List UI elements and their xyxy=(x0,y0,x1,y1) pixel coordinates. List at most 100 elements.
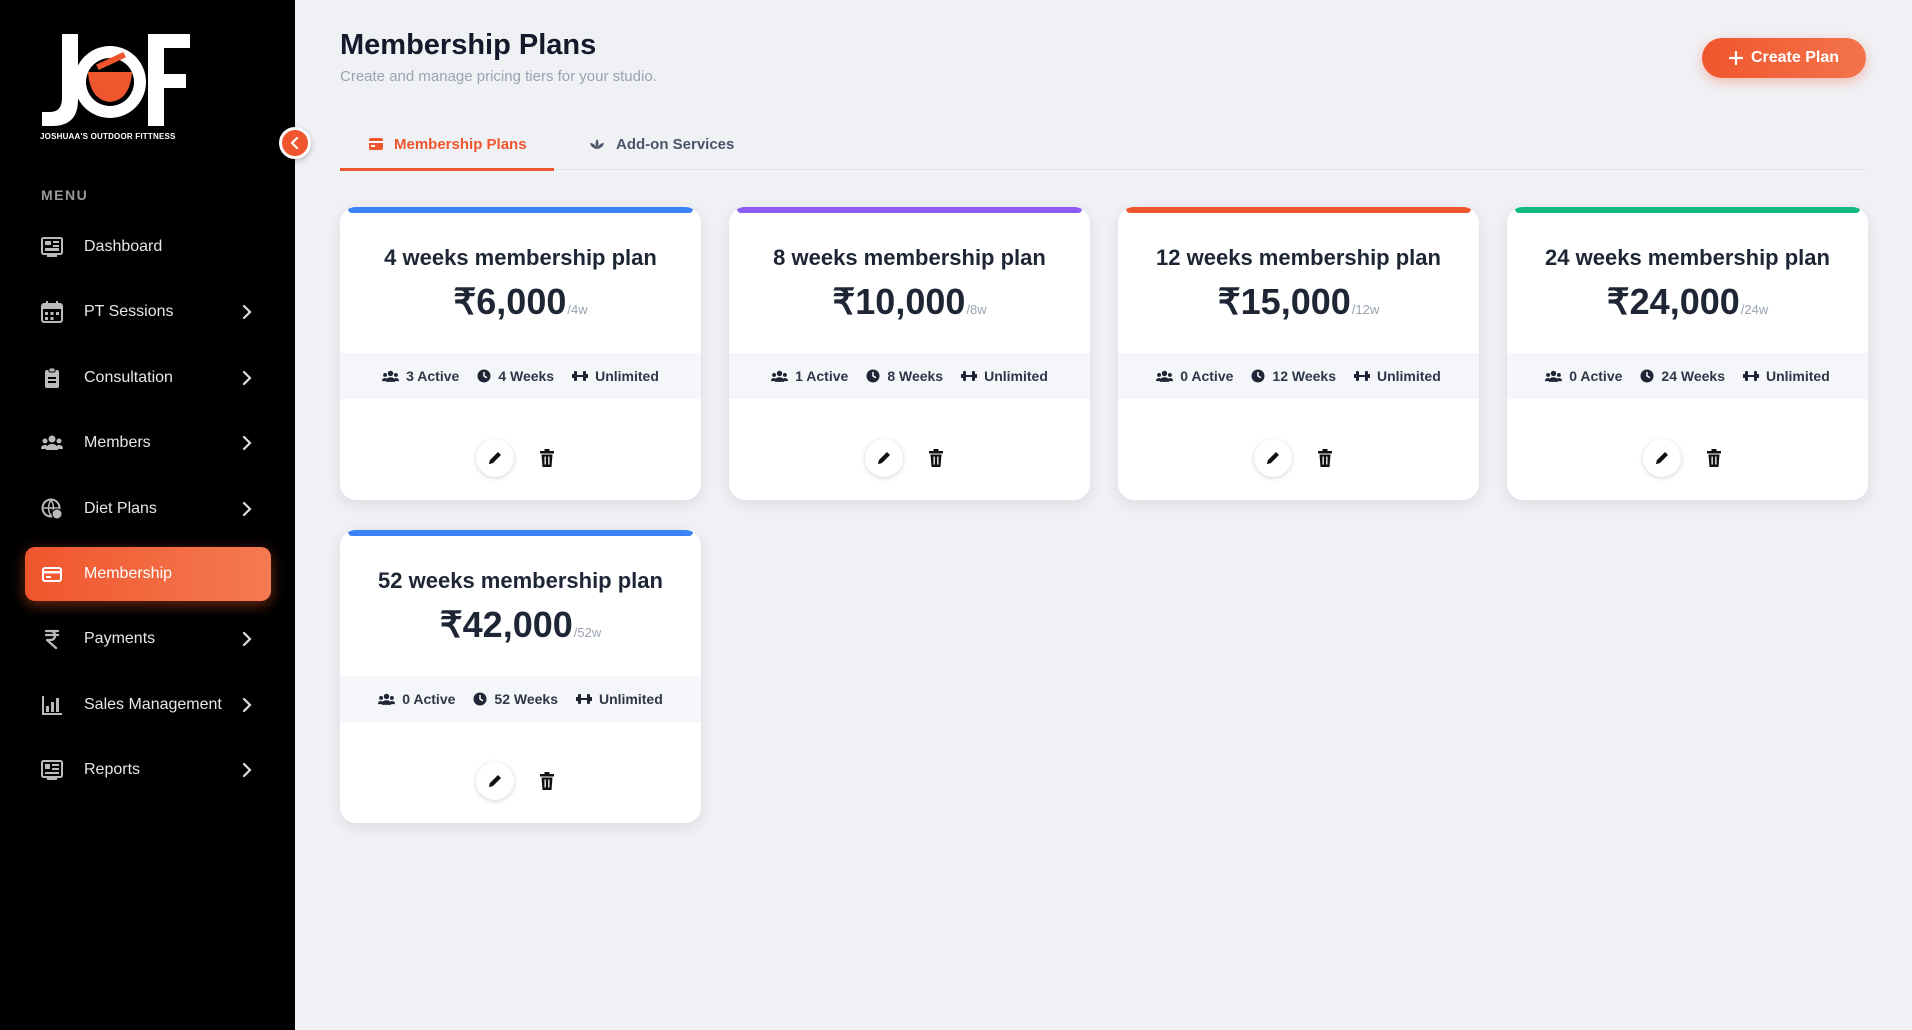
delete-plan-button[interactable] xyxy=(528,762,566,800)
rupee-icon xyxy=(41,628,63,650)
main-content: Membership Plans Create and manage prici… xyxy=(295,0,1912,1030)
duration-stat: 12 Weeks xyxy=(1251,368,1336,384)
access-value: Unlimited xyxy=(595,368,659,384)
delete-plan-button[interactable] xyxy=(1306,439,1344,477)
sidebar-item-consultation[interactable]: Consultation xyxy=(25,351,271,405)
duration-stat: 4 Weeks xyxy=(477,368,554,384)
plan-card: 24 weeks membership plan ₹24,000/24w 0 A… xyxy=(1507,207,1868,500)
plan-title: 52 weeks membership plan xyxy=(378,568,663,593)
chevron-right-icon xyxy=(242,501,252,517)
spa-icon xyxy=(590,139,604,149)
plan-card: 8 weeks membership plan ₹10,000/8w 1 Act… xyxy=(729,207,1090,500)
access-stat: Unlimited xyxy=(1742,368,1830,384)
plan-stats: 0 Active 12 Weeks Unlimited xyxy=(1118,353,1479,399)
plan-color-bar xyxy=(1126,207,1471,213)
active-members-stat: 0 Active xyxy=(378,691,455,707)
plan-period: /8w xyxy=(966,302,987,317)
brand-logo[interactable]: JOSHUAA'S OUTDOOR FITTNESS xyxy=(40,30,190,145)
plan-title: 24 weeks membership plan xyxy=(1545,245,1830,270)
users-icon xyxy=(1545,370,1563,382)
duration-value: 52 Weeks xyxy=(494,691,558,707)
sidebar-item-label: Diet Plans xyxy=(84,500,157,517)
edit-plan-button[interactable] xyxy=(1642,439,1681,477)
plan-price-row: ₹10,000/8w xyxy=(729,281,1090,323)
plan-actions xyxy=(1507,439,1868,477)
pencil-icon xyxy=(877,452,890,464)
plan-price: ₹24,000 xyxy=(1606,281,1740,322)
delete-plan-button[interactable] xyxy=(528,439,566,477)
dashboard-icon xyxy=(41,236,63,258)
plan-price: ₹10,000 xyxy=(832,281,966,322)
plan-period: /24w xyxy=(1740,302,1769,317)
dumbbell-icon xyxy=(575,694,592,704)
plan-price-row: ₹24,000/24w xyxy=(1507,281,1868,323)
edit-plan-button[interactable] xyxy=(475,762,514,800)
credit-card-icon xyxy=(41,563,63,585)
report-icon xyxy=(41,759,63,781)
trash-icon xyxy=(1706,449,1721,467)
logo-mark-icon xyxy=(42,34,190,126)
delete-plan-button[interactable] xyxy=(917,439,955,477)
collapse-sidebar-button[interactable] xyxy=(279,127,311,159)
clipboard-icon xyxy=(41,367,63,389)
sidebar-item-reports[interactable]: Reports xyxy=(25,743,271,797)
sidebar: JOSHUAA'S OUTDOOR FITTNESS MENU Dashboar… xyxy=(0,0,295,1030)
plan-card: 12 weeks membership plan ₹15,000/12w 0 A… xyxy=(1118,207,1479,500)
access-stat: Unlimited xyxy=(961,368,1048,384)
access-value: Unlimited xyxy=(984,368,1048,384)
tab-bar: Membership Plans Add-on Services xyxy=(340,118,1866,171)
plan-price-row: ₹6,000/4w xyxy=(340,281,701,323)
menu-heading: MENU xyxy=(41,187,89,203)
sidebar-item-label: Dashboard xyxy=(84,238,163,255)
plan-period: /12w xyxy=(1351,302,1380,317)
clock-icon xyxy=(477,369,491,383)
active-members-stat: 3 Active xyxy=(382,368,459,384)
sidebar-item-dashboard[interactable]: Dashboard xyxy=(25,220,271,274)
users-icon xyxy=(1156,370,1174,382)
active-members-stat: 0 Active xyxy=(1156,368,1233,384)
page-subtitle: Create and manage pricing tiers for your… xyxy=(340,68,657,85)
brand-tagline: JOSHUAA'S OUTDOOR FITTNESS xyxy=(40,132,176,141)
chevron-right-icon xyxy=(242,370,252,386)
create-plan-button[interactable]: Create Plan xyxy=(1702,38,1866,78)
plan-price-row: ₹15,000/12w xyxy=(1118,281,1479,323)
sidebar-item-members[interactable]: Members xyxy=(25,416,271,470)
edit-plan-button[interactable] xyxy=(864,439,903,477)
sidebar-item-label: Payments xyxy=(84,630,156,647)
active-tab-indicator xyxy=(340,168,554,171)
chevron-right-icon xyxy=(242,304,252,320)
duration-value: 24 Weeks xyxy=(1661,368,1725,384)
tab-membership-plans[interactable]: Membership Plans xyxy=(368,118,527,170)
plan-price: ₹6,000 xyxy=(453,281,567,322)
sidebar-item-label: Membership xyxy=(84,565,173,582)
duration-value: 8 Weeks xyxy=(887,368,944,384)
delete-plan-button[interactable] xyxy=(1695,439,1733,477)
edit-plan-button[interactable] xyxy=(475,439,514,477)
dumbbell-icon xyxy=(1353,371,1370,381)
chevron-right-icon xyxy=(242,631,252,647)
plan-title: 4 weeks membership plan xyxy=(384,245,657,270)
plan-stats: 3 Active 4 Weeks Unlimited xyxy=(340,353,701,399)
sidebar-item-membership[interactable]: Membership xyxy=(25,547,271,601)
pencil-icon xyxy=(1266,452,1279,464)
plan-card: 4 weeks membership plan ₹6,000/4w 3 Acti… xyxy=(340,207,701,500)
active-count: 1 Active xyxy=(795,368,849,384)
sidebar-item-pt-sessions[interactable]: PT Sessions xyxy=(25,285,271,339)
clock-icon xyxy=(473,692,487,706)
access-stat: Unlimited xyxy=(575,691,663,707)
plan-price: ₹42,000 xyxy=(439,604,573,645)
plan-price: ₹15,000 xyxy=(1217,281,1351,322)
active-members-stat: 0 Active xyxy=(1545,368,1622,384)
plan-stats: 0 Active 52 Weeks Unlimited xyxy=(340,676,701,722)
globe-food-icon xyxy=(41,498,63,520)
sidebar-item-sales-management[interactable]: Sales Management xyxy=(25,678,271,732)
plan-title: 8 weeks membership plan xyxy=(773,245,1046,270)
calendar-icon xyxy=(41,301,63,323)
sidebar-item-diet-plans[interactable]: Diet Plans xyxy=(25,482,271,536)
edit-plan-button[interactable] xyxy=(1253,439,1292,477)
plan-actions xyxy=(729,439,1090,477)
sidebar-item-payments[interactable]: Payments xyxy=(25,612,271,666)
duration-stat: 8 Weeks xyxy=(866,368,943,384)
trash-icon xyxy=(928,449,943,467)
tab-add-on-services[interactable]: Add-on Services xyxy=(588,118,734,170)
